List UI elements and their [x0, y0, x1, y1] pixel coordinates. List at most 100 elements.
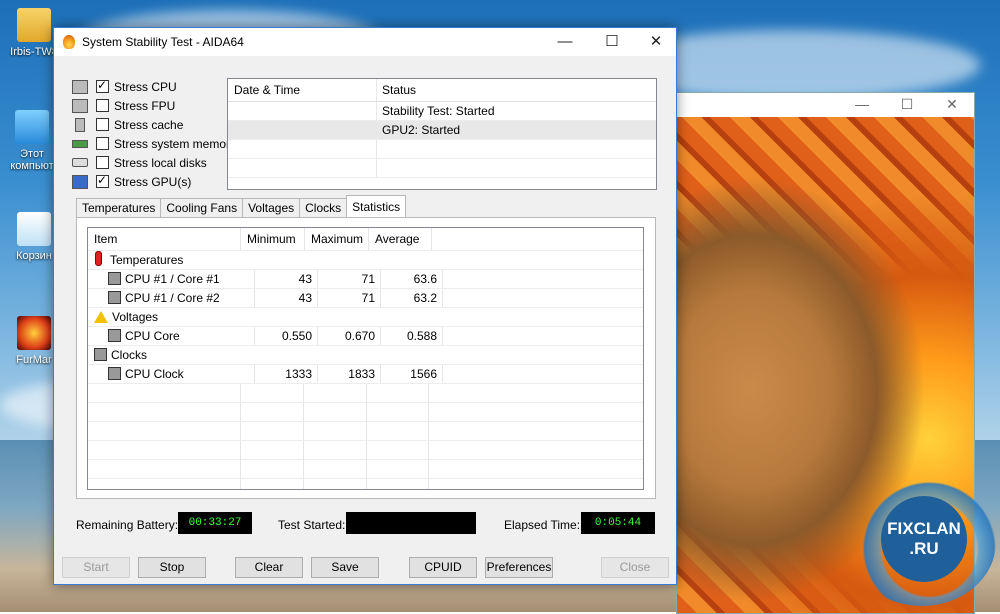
- minimize-button[interactable]: —: [547, 32, 583, 52]
- log-header-date[interactable]: Date & Time: [228, 79, 377, 101]
- log-row[interactable]: Stability Test: Started: [228, 102, 656, 121]
- log-header-status[interactable]: Status: [377, 79, 646, 101]
- close-window-button[interactable]: Close: [601, 557, 669, 578]
- preferences-button[interactable]: Preferences: [485, 557, 553, 578]
- stress-options: Stress CPU Stress FPU Stress cache Stres…: [72, 77, 236, 191]
- remaining-battery-label: Remaining Battery:: [76, 518, 179, 532]
- row-min: 43: [255, 289, 318, 307]
- row-item: CPU Clock: [125, 367, 184, 381]
- table-row-empty: [88, 422, 643, 441]
- stress-cache-option[interactable]: Stress cache: [72, 115, 236, 134]
- table-row-empty: [88, 479, 643, 489]
- table-row[interactable]: CPU Core 0.550 0.670 0.588: [88, 327, 643, 346]
- furmark-titlebar: — ☐ ✕: [677, 93, 974, 117]
- stress-cpu-label: Stress CPU: [114, 79, 177, 94]
- stress-memory-label: Stress system memory: [114, 136, 237, 151]
- thermometer-icon: [95, 251, 102, 266]
- tab-cooling-fans[interactable]: Cooling Fans: [160, 198, 244, 218]
- test-started-value: [346, 512, 476, 534]
- desktop-icon-label: Этот компьют: [10, 148, 54, 172]
- close-icon[interactable]: ✕: [937, 96, 967, 113]
- cpu-icon: [72, 79, 88, 94]
- log-row-empty: [228, 140, 656, 159]
- stop-button[interactable]: Stop: [138, 557, 206, 578]
- statistics-pane: Item Minimum Maximum Average Temperature…: [76, 217, 656, 499]
- stress-gpu-checkbox[interactable]: [96, 173, 109, 188]
- window-titlebar[interactable]: System Stability Test - AIDA64 — ☐ ✕: [54, 28, 676, 56]
- stress-cpu-option[interactable]: Stress CPU: [72, 77, 236, 96]
- maximize-button[interactable]: ☐: [594, 32, 630, 52]
- table-row[interactable]: CPU Clock 1333 1833 1566: [88, 365, 643, 384]
- group-voltages[interactable]: Voltages: [88, 308, 643, 327]
- stress-fpu-checkbox[interactable]: [96, 99, 109, 112]
- group-label: Clocks: [111, 348, 148, 362]
- log-date: [228, 102, 377, 120]
- group-temperatures[interactable]: Temperatures: [88, 251, 643, 270]
- table-row[interactable]: CPU #1 / Core #2 43 71 63.2: [88, 289, 643, 308]
- table-row-empty: [88, 460, 643, 479]
- cpu-chip-icon: [108, 367, 121, 380]
- tab-temperatures[interactable]: Temperatures: [76, 198, 162, 218]
- statistics-table[interactable]: Item Minimum Maximum Average Temperature…: [87, 227, 644, 490]
- close-button[interactable]: ✕: [638, 32, 674, 52]
- cpuid-button[interactable]: CPUID: [409, 557, 477, 578]
- row-max: 1833: [318, 365, 381, 383]
- tab-clocks[interactable]: Clocks: [299, 198, 348, 218]
- col-item[interactable]: Item: [88, 228, 241, 250]
- fpu-icon: [72, 98, 88, 113]
- table-row-empty: [88, 441, 643, 460]
- warning-icon: [94, 311, 108, 323]
- stats-header: Item Minimum Maximum Average: [88, 228, 643, 251]
- table-row-empty: [88, 403, 643, 422]
- desktop-icon-this-pc[interactable]: Этот компьют: [4, 110, 60, 172]
- cpu-chip-icon: [108, 291, 121, 304]
- row-min: 0.550: [255, 327, 318, 345]
- col-average[interactable]: Average: [369, 228, 432, 250]
- tab-voltages[interactable]: Voltages: [242, 198, 301, 218]
- log-date: [228, 121, 377, 139]
- clock-chip-icon: [94, 348, 107, 361]
- log-row-empty: [228, 159, 656, 178]
- gpu-icon: [72, 174, 88, 189]
- disk-icon: [72, 158, 88, 167]
- col-minimum[interactable]: Minimum: [241, 228, 305, 250]
- status-log[interactable]: Date & Time Status Stability Test: Start…: [227, 78, 657, 190]
- row-avg: 0.588: [381, 327, 443, 345]
- clear-button[interactable]: Clear: [235, 557, 303, 578]
- stress-fpu-label: Stress FPU: [114, 98, 176, 113]
- watermark-logo: FIXCLAN .RU: [881, 496, 967, 582]
- stress-cpu-checkbox[interactable]: [96, 78, 109, 93]
- tab-bar: Temperatures Cooling Fans Voltages Clock…: [76, 195, 407, 218]
- maximize-icon[interactable]: ☐: [892, 96, 922, 113]
- stress-disks-checkbox[interactable]: [96, 156, 109, 169]
- aida64-stability-window: System Stability Test - AIDA64 — ☐ ✕ Str…: [53, 27, 677, 585]
- stress-cache-checkbox[interactable]: [96, 118, 109, 131]
- stress-fpu-option[interactable]: Stress FPU: [72, 96, 236, 115]
- row-avg: 1566: [381, 365, 443, 383]
- row-avg: 63.6: [381, 270, 443, 288]
- stress-memory-option[interactable]: Stress system memory: [72, 134, 236, 153]
- stress-gpu-option[interactable]: Stress GPU(s): [72, 172, 236, 191]
- table-row-empty: [88, 384, 643, 403]
- tab-statistics[interactable]: Statistics: [346, 195, 407, 218]
- group-clocks[interactable]: Clocks: [88, 346, 643, 365]
- fixclan-watermark: FIXCLAN .RU: [848, 478, 996, 606]
- watermark-line2: .RU: [909, 539, 939, 558]
- start-button[interactable]: Start: [62, 557, 130, 578]
- minimize-icon[interactable]: —: [847, 96, 877, 112]
- stress-memory-checkbox[interactable]: [96, 137, 109, 150]
- window-title: System Stability Test - AIDA64: [82, 35, 244, 49]
- memory-icon: [72, 139, 88, 148]
- row-item: CPU Core: [125, 329, 180, 343]
- log-row[interactable]: GPU2: Started: [228, 121, 656, 140]
- table-row[interactable]: CPU #1 / Core #1 43 71 63.6: [88, 270, 643, 289]
- log-status: Stability Test: Started: [382, 104, 495, 118]
- row-max: 0.670: [318, 327, 381, 345]
- col-maximum[interactable]: Maximum: [305, 228, 369, 250]
- row-avg: 63.2: [381, 289, 443, 307]
- group-label: Temperatures: [110, 253, 184, 267]
- test-started-label: Test Started:: [278, 518, 346, 532]
- stress-gpu-label: Stress GPU(s): [114, 174, 192, 189]
- save-button[interactable]: Save: [311, 557, 379, 578]
- stress-disks-option[interactable]: Stress local disks: [72, 153, 236, 172]
